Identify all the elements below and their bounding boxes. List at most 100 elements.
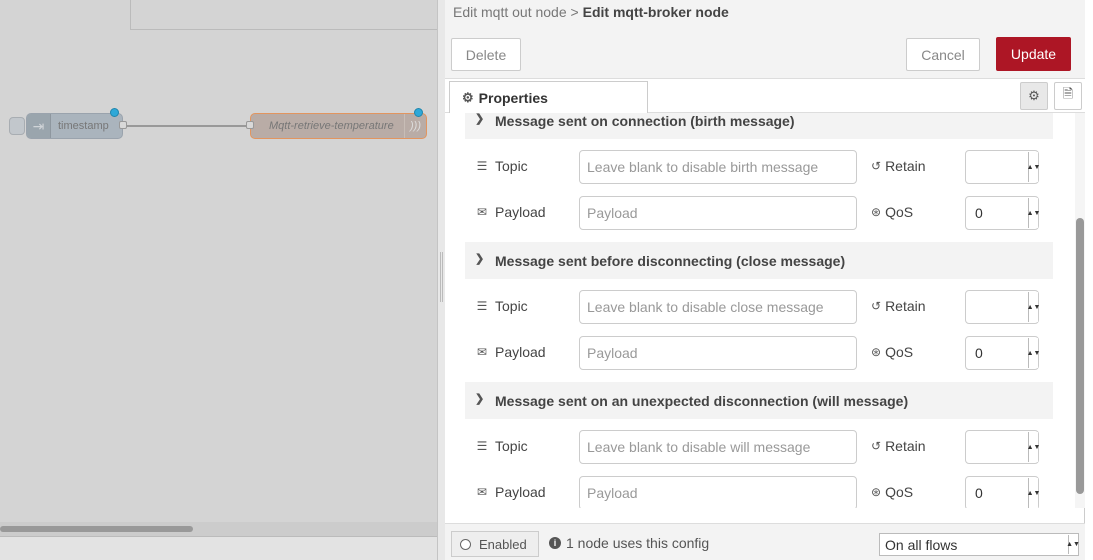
payload-label: ✉ Payload bbox=[476, 204, 546, 220]
will-topic-input[interactable]: Leave blank to disable will message bbox=[579, 430, 857, 464]
breadcrumb-current: Edit mqtt-broker node bbox=[582, 4, 729, 20]
chevron-down-icon: ▲▼ bbox=[1027, 338, 1040, 368]
history-icon: ↺ bbox=[871, 299, 882, 313]
retain-label: ↺ Retain bbox=[871, 158, 926, 174]
envelope-icon: ✉ bbox=[476, 345, 488, 359]
will-payload-input[interactable]: Payload bbox=[579, 476, 857, 508]
section-birth-message[interactable]: ❯ Message sent on connection (birth mess… bbox=[465, 113, 1053, 139]
chevron-down-icon: ▲▼ bbox=[1027, 478, 1040, 508]
mqtt-out-node[interactable]: Mqtt-retrieve-temperature ))) bbox=[250, 113, 427, 139]
list-icon: ☰ bbox=[476, 159, 488, 173]
scrollbar-thumb[interactable] bbox=[0, 526, 193, 532]
section-will-message[interactable]: ❯ Message sent on an unexpected disconne… bbox=[465, 382, 1053, 419]
birth-payload-input[interactable]: Payload bbox=[579, 196, 857, 230]
topic-label: ☰ Topic bbox=[476, 158, 528, 174]
enabled-label: Enabled bbox=[479, 536, 527, 552]
birth-topic-input[interactable]: Leave blank to disable birth message bbox=[579, 150, 857, 184]
changed-indicator bbox=[414, 108, 423, 117]
close-topic-input[interactable]: Leave blank to disable close message bbox=[579, 290, 857, 324]
qos-label: ⊛ QoS bbox=[871, 484, 914, 500]
vertical-scrollbar[interactable] bbox=[1075, 113, 1085, 508]
tray-resize-handle[interactable] bbox=[437, 0, 445, 560]
inject-trigger-button[interactable] bbox=[9, 117, 25, 135]
section-title: Message sent on connection (birth messag… bbox=[495, 113, 795, 129]
section-title: Message sent before disconnecting (close… bbox=[495, 252, 846, 269]
inject-node[interactable]: ⇥ timestamp bbox=[26, 113, 123, 139]
chevron-down-icon: ▲▼ bbox=[1027, 432, 1040, 462]
node-label: timestamp bbox=[58, 120, 109, 132]
qos-label: ⊛ QoS bbox=[871, 344, 914, 360]
list-icon: ☰ bbox=[476, 299, 488, 313]
usage-text: 1 node uses this config bbox=[566, 535, 710, 551]
node-description-button[interactable]: 🗎 bbox=[1054, 82, 1082, 110]
tab-label: Properties bbox=[478, 90, 548, 106]
flow-workspace[interactable]: ⇥ timestamp Mqtt-retrieve-temperature ))… bbox=[0, 0, 437, 560]
delete-button[interactable]: Delete bbox=[451, 38, 521, 71]
section-close-message[interactable]: ❯ Message sent before disconnecting (clo… bbox=[465, 242, 1053, 279]
will-qos-select[interactable]: 0 ▲▼ bbox=[965, 476, 1040, 508]
retain-label: ↺ Retain bbox=[871, 298, 926, 314]
info-doc-icon: 🗎 bbox=[1062, 86, 1074, 101]
scrollbar-thumb[interactable] bbox=[1076, 218, 1084, 494]
config-usage: i 1 node uses this config bbox=[549, 535, 709, 551]
topic-label: ☰ Topic bbox=[476, 438, 528, 454]
chevron-down-icon: ▲▼ bbox=[1027, 292, 1040, 322]
arrows-icon: ⇥ bbox=[27, 114, 51, 138]
flow-wire[interactable] bbox=[124, 125, 252, 127]
qos-label: ⊛ QoS bbox=[871, 204, 914, 220]
asterisk-icon: ⊛ bbox=[871, 205, 882, 219]
circle-icon bbox=[460, 538, 471, 550]
section-title: Message sent on an unexpected disconnect… bbox=[495, 392, 909, 409]
envelope-icon: ✉ bbox=[476, 485, 488, 499]
cancel-button[interactable]: Cancel bbox=[906, 38, 980, 71]
gear-icon: ⚙ bbox=[462, 90, 474, 105]
gear-icon: ⚙ bbox=[1028, 88, 1040, 103]
close-qos-select[interactable]: 0 ▲▼ bbox=[965, 336, 1040, 370]
birth-qos-select[interactable]: 0 ▲▼ bbox=[965, 196, 1040, 230]
birth-retain-select[interactable]: ▲▼ bbox=[965, 150, 1040, 184]
retain-label: ↺ Retain bbox=[871, 438, 926, 454]
info-circle-icon: i bbox=[549, 537, 561, 549]
close-retain-select[interactable]: ▲▼ bbox=[965, 290, 1040, 324]
breadcrumb: Edit mqtt out node > Edit mqtt-broker no… bbox=[453, 4, 729, 20]
chevron-down-icon: ▲▼ bbox=[1027, 198, 1040, 228]
asterisk-icon: ⊛ bbox=[871, 485, 882, 499]
chevron-down-icon: ▲▼ bbox=[1066, 535, 1080, 554]
resize-grip[interactable] bbox=[440, 252, 443, 302]
tray-header: Edit mqtt out node > Edit mqtt-broker no… bbox=[445, 0, 1085, 79]
close-payload-input[interactable]: Payload bbox=[579, 336, 857, 370]
scope-select[interactable]: On all flows ▲▼ bbox=[879, 533, 1080, 556]
breadcrumb-parent[interactable]: Edit mqtt out node bbox=[453, 4, 567, 20]
horizontal-scrollbar[interactable] bbox=[0, 522, 437, 536]
group-box bbox=[130, 0, 437, 30]
edit-tray: Edit mqtt out node > Edit mqtt-broker no… bbox=[445, 0, 1085, 560]
history-icon: ↺ bbox=[871, 159, 882, 173]
node-label: Mqtt-retrieve-temperature bbox=[269, 120, 394, 132]
update-button[interactable]: Update bbox=[996, 37, 1071, 71]
payload-label: ✉ Payload bbox=[476, 344, 546, 360]
input-port[interactable] bbox=[246, 121, 254, 129]
output-port[interactable] bbox=[119, 121, 127, 129]
topic-label: ☰ Topic bbox=[476, 298, 528, 314]
wifi-icon: ))) bbox=[404, 114, 426, 138]
changed-indicator bbox=[110, 108, 119, 117]
will-retain-select[interactable]: ▲▼ bbox=[965, 430, 1040, 464]
window-edge bbox=[1085, 0, 1093, 560]
scope-value: On all flows bbox=[885, 536, 958, 553]
workspace-footer bbox=[0, 536, 437, 560]
chevron-down-icon: ❯ bbox=[475, 113, 485, 125]
node-settings-button[interactable]: ⚙ bbox=[1020, 82, 1048, 110]
payload-label: ✉ Payload bbox=[476, 484, 546, 500]
tab-bar: ⚙ Properties ⚙ 🗎 bbox=[445, 79, 1085, 114]
tray-footer: Enabled i 1 node uses this config On all… bbox=[445, 523, 1085, 560]
envelope-icon: ✉ bbox=[476, 205, 488, 219]
history-icon: ↺ bbox=[871, 439, 882, 453]
enabled-toggle[interactable]: Enabled bbox=[451, 531, 539, 557]
asterisk-icon: ⊛ bbox=[871, 345, 882, 359]
properties-panel[interactable]: ❯ Message sent on connection (birth mess… bbox=[445, 113, 1085, 508]
tab-properties[interactable]: ⚙ Properties bbox=[449, 81, 648, 114]
chevron-down-icon: ❯ bbox=[475, 393, 485, 405]
chevron-down-icon: ▲▼ bbox=[1027, 152, 1040, 182]
breadcrumb-separator: > bbox=[570, 4, 579, 20]
list-icon: ☰ bbox=[476, 439, 488, 453]
